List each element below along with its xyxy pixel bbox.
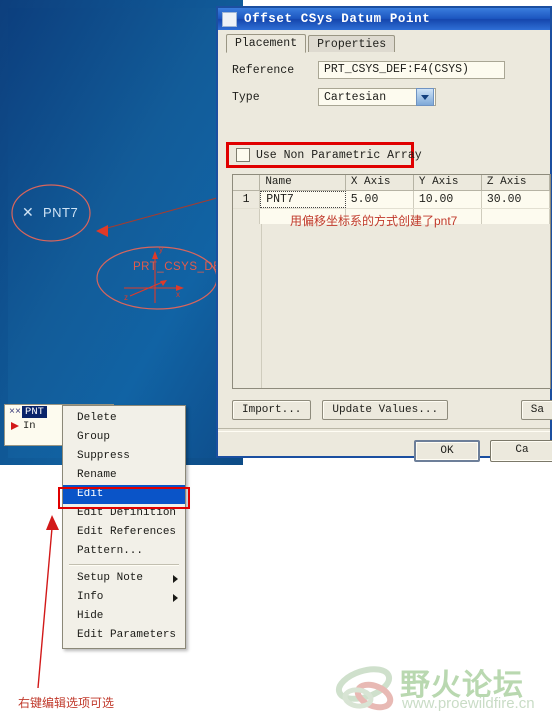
menu-item-hide[interactable]: Hide	[63, 607, 185, 626]
cell-x[interactable]: 5.00	[345, 191, 414, 208]
non-parametric-row[interactable]: Use Non Parametric Array	[236, 148, 422, 162]
window-icon	[222, 11, 237, 27]
cell-y[interactable]: 10.00	[413, 191, 482, 208]
save-button[interactable]: Sa	[520, 400, 552, 420]
dialog-separator	[218, 428, 550, 432]
menu-item-edit[interactable]: Edit	[63, 485, 185, 504]
submenu-arrow-icon	[173, 594, 178, 602]
menu-item-rename[interactable]: Rename	[63, 466, 185, 485]
dialog-action-buttons: OK Ca	[414, 440, 552, 462]
placement-panel: Reference PRT_CSYS_DEF:F4(CSYS) Type Car…	[218, 52, 552, 462]
cancel-button[interactable]: Ca	[490, 440, 552, 462]
tab-placement[interactable]: Placement	[226, 34, 307, 53]
context-menu[interactable]: Delete Group Suppress Rename Edit Edit D…	[62, 405, 186, 649]
watermark-logo-icon	[335, 666, 394, 711]
cell-z[interactable]: 30.00	[481, 191, 550, 208]
menu-separator	[69, 564, 179, 566]
menu-item-group[interactable]: Group	[63, 428, 185, 447]
th-x-axis: X Axis	[346, 175, 414, 190]
type-selected-value: Cartesian	[324, 90, 387, 104]
th-index	[233, 175, 261, 190]
tab-properties[interactable]: Properties	[308, 35, 396, 53]
import-button[interactable]: Import...	[232, 400, 312, 420]
model-tree-selected-label: PNT	[22, 406, 47, 418]
cell-name[interactable]: PNT7	[260, 191, 346, 208]
chinese-inline-note: 用偏移坐标系的方式创建了pnt7	[290, 214, 458, 228]
offset-csys-datum-point-dialog[interactable]: Offset CSys Datum Point Placement Proper…	[216, 6, 552, 462]
viewport-canvas	[8, 8, 236, 458]
non-parametric-checkbox[interactable]	[236, 148, 250, 162]
ok-button[interactable]: OK	[414, 440, 480, 462]
viewport-background	[0, 0, 243, 465]
reference-label: Reference	[232, 63, 295, 77]
chinese-bottom-note: 右键编辑选项可选	[18, 696, 115, 710]
model-tree-insert-label: In	[23, 420, 36, 432]
menu-item-edit-references[interactable]: Edit References	[63, 523, 185, 542]
tabstrip[interactable]: Placement Properties	[218, 30, 550, 53]
non-parametric-label: Use Non Parametric Array	[256, 148, 422, 162]
reference-input[interactable]: PRT_CSYS_DEF:F4(CSYS)	[318, 61, 505, 79]
menu-item-suppress[interactable]: Suppress	[63, 447, 185, 466]
table-index-column-rule	[261, 224, 262, 388]
dialog-titlebar[interactable]: Offset CSys Datum Point	[218, 8, 550, 30]
table-action-buttons: Import... Update Values...	[232, 400, 449, 420]
th-y-axis: Y Axis	[414, 175, 482, 190]
th-z-axis: Z Axis	[482, 175, 550, 190]
submenu-arrow-icon	[173, 575, 178, 583]
watermark-url: www.proewildfire.cn	[402, 695, 535, 712]
pnt7-marker-icon: ✕	[22, 204, 34, 220]
menu-item-edit-definition[interactable]: Edit Definition	[63, 504, 185, 523]
th-name: Name	[260, 175, 346, 190]
type-select[interactable]: Cartesian	[318, 88, 436, 106]
table-row[interactable]: 1 PNT7 5.00 10.00 30.00	[233, 191, 550, 209]
menu-item-delete[interactable]: Delete	[63, 409, 185, 428]
menu-item-setup-note-label: Setup Note	[77, 572, 144, 584]
type-row: Type Cartesian	[232, 88, 550, 106]
csys-label: PRT_CSYS_DE	[133, 261, 222, 273]
menu-item-info[interactable]: Info	[63, 588, 185, 607]
chevron-down-icon[interactable]	[416, 88, 434, 106]
insert-arrow-icon	[11, 422, 19, 430]
watermark: 野火论坛 www.proewildfire.cn	[335, 662, 552, 718]
update-values-button[interactable]: Update Values...	[322, 400, 449, 420]
type-label: Type	[232, 90, 260, 104]
menu-item-pattern[interactable]: Pattern...	[63, 542, 185, 561]
menu-item-edit-parameters[interactable]: Edit Parameters	[63, 626, 185, 645]
dialog-title: Offset CSys Datum Point	[244, 12, 431, 26]
menu-item-setup-note[interactable]: Setup Note	[63, 569, 185, 588]
menu-item-info-label: Info	[77, 591, 104, 603]
pnt7-label: PNT7	[43, 205, 79, 220]
table-header-row: Name X Axis Y Axis Z Axis	[233, 175, 550, 191]
datum-point-icon: ××	[9, 406, 22, 418]
reference-row: Reference PRT_CSYS_DEF:F4(CSYS)	[232, 61, 550, 79]
table-empty-area	[233, 224, 550, 388]
cell-index: 1	[233, 191, 261, 208]
points-table[interactable]: Name X Axis Y Axis Z Axis 1 PNT7 5.00 10…	[232, 174, 551, 389]
